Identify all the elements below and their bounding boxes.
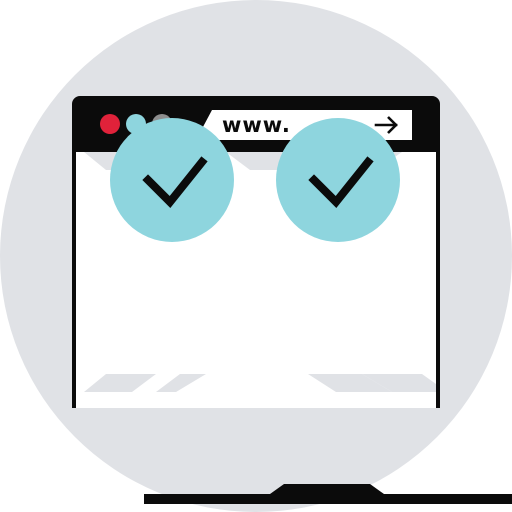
window-bottom-bar <box>144 484 512 504</box>
checkmark-icon <box>142 156 208 208</box>
check-circle-1[interactable] <box>110 118 234 242</box>
check-circle-2[interactable] <box>276 118 400 242</box>
checkmark-icon <box>308 156 374 208</box>
